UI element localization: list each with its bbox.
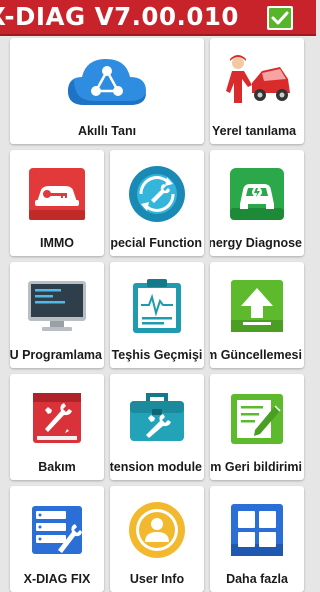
feedback-edit-icon xyxy=(210,384,304,452)
tile-software-update[interactable]: Yazılım Güncellemesi xyxy=(210,262,304,368)
server-wrench-icon xyxy=(10,496,104,564)
clipboard-chart-icon xyxy=(110,272,204,340)
tile-diagnostic-history[interactable]: Teşhis Geçmişi xyxy=(110,262,204,368)
tile-label: Bakım xyxy=(38,460,76,474)
tile-label: Extension module xyxy=(110,460,202,474)
tile-label: New Energy Diagnose xyxy=(210,236,302,250)
tile-user-info[interactable]: User Info xyxy=(110,486,204,592)
top-bar: X-DIAG V7.00.010 xyxy=(0,0,316,36)
tile-more[interactable]: Daha fazla xyxy=(210,486,304,592)
tile-label: Akıllı Tanı xyxy=(77,124,137,138)
tile-x-diag-fix[interactable]: X-DIAG FIX xyxy=(10,486,104,592)
tile-new-energy-diagnose[interactable]: New Energy Diagnose xyxy=(210,150,304,256)
tile-label: Teşhis Geçmişi xyxy=(111,348,203,362)
tile-label: IMMO xyxy=(39,236,75,250)
cloud-network-icon xyxy=(10,48,204,116)
function-grid: Akıllı Tanı Yerel tanılama IMMO Special … xyxy=(0,38,316,592)
car-key-icon xyxy=(10,160,104,228)
tile-extension-module[interactable]: Extension module xyxy=(110,374,204,480)
monitor-icon xyxy=(10,272,104,340)
tile-label: Yazılım Geri bildirimi xyxy=(210,460,302,474)
tile-label: Yazılım Güncellemesi xyxy=(210,348,302,362)
toolbox-icon xyxy=(110,384,204,452)
tile-immo[interactable]: IMMO xyxy=(10,150,104,256)
tile-ecu-programming[interactable]: ECU Programlama xyxy=(10,262,104,368)
tools-book-icon xyxy=(10,384,104,452)
tile-label: Daha fazla xyxy=(226,572,288,586)
tile-local-diagnose[interactable]: Yerel tanılama xyxy=(210,38,304,144)
tile-label: Yerel tanılama xyxy=(212,124,297,138)
more-grid-icon xyxy=(210,496,304,564)
tile-maintenance[interactable]: Bakım xyxy=(10,374,104,480)
tile-label: ECU Programlama xyxy=(10,348,102,362)
wrench-refresh-icon xyxy=(110,160,204,228)
tile-label: X-DIAG FIX xyxy=(23,572,91,586)
tile-smart-diagnose[interactable]: Akıllı Tanı xyxy=(10,38,204,144)
electric-car-icon xyxy=(210,160,304,228)
tile-software-feedback[interactable]: Yazılım Geri bildirimi xyxy=(210,374,304,480)
checkmark-icon xyxy=(269,8,291,28)
upload-arrow-icon xyxy=(210,272,304,340)
tile-label: User Info xyxy=(129,572,185,586)
tile-label: Special Function xyxy=(110,236,202,250)
confirm-button[interactable] xyxy=(267,6,293,30)
mechanic-car-icon xyxy=(210,48,304,116)
app-title: X-DIAG V7.00.010 xyxy=(0,2,239,31)
user-avatar-icon xyxy=(110,496,204,564)
tile-special-function[interactable]: Special Function xyxy=(110,150,204,256)
